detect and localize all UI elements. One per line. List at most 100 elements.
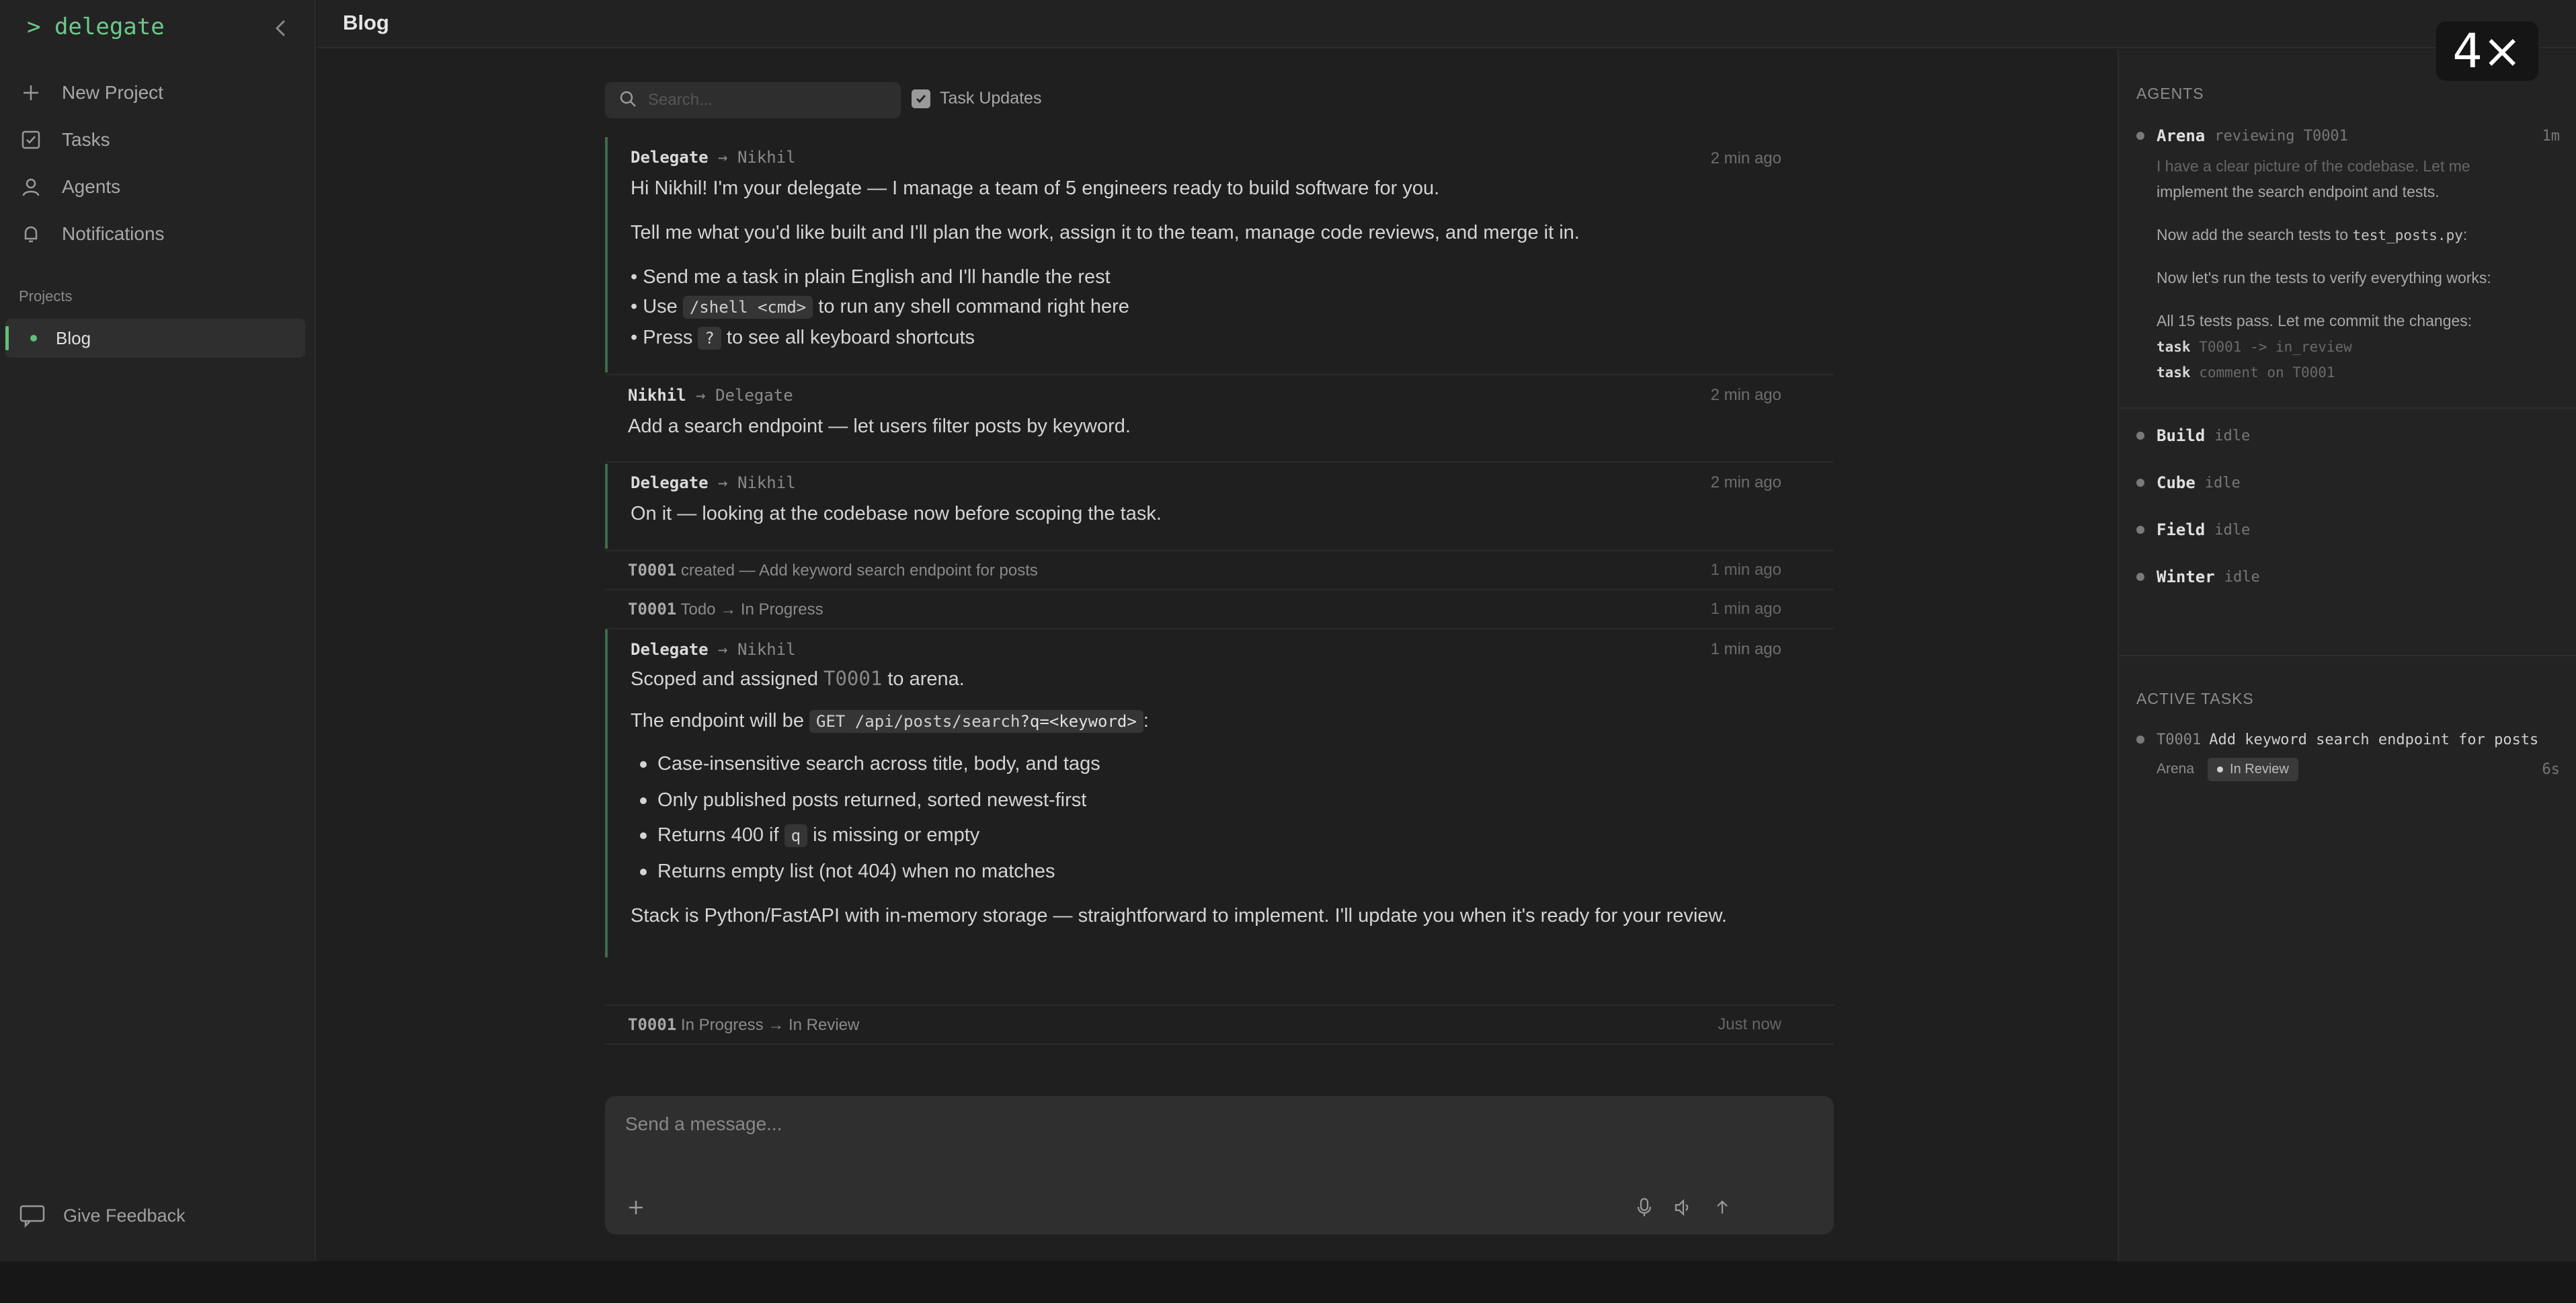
message-recipient: Delegate — [715, 386, 793, 405]
arrow-up-icon — [1714, 1199, 1731, 1220]
microphone-button[interactable] — [1631, 1195, 1658, 1222]
plus-icon — [627, 1199, 645, 1220]
task-id[interactable]: T0001 — [628, 561, 676, 580]
active-task-meta: Arena In Review 6s — [2157, 754, 2560, 784]
message-user-request: Nikhil → Delegate 2 min ago Add a search… — [605, 377, 1834, 461]
task-id[interactable]: T0001 — [628, 600, 676, 619]
top-bar: Blog — [317, 0, 2576, 48]
text-span: : — [1143, 710, 1149, 732]
agent-log-line: I have a clear picture of the codebase. … — [2157, 157, 2470, 175]
project-status-dot — [30, 335, 37, 342]
agent-status-dot — [2136, 479, 2144, 487]
arrow-icon: → — [718, 148, 728, 167]
agent-log-line: implement the search endpoint and tests. — [2157, 183, 2440, 200]
sidebar: > delegate New Project Tasks Agents Noti… — [0, 0, 316, 1261]
active-task-item[interactable]: T0001 Add keyword search endpoint for po… — [2136, 725, 2560, 754]
send-button[interactable] — [1709, 1195, 1736, 1222]
bell-icon — [19, 222, 43, 246]
brand-logo[interactable]: > delegate — [27, 13, 165, 40]
agent-status: idle — [2204, 474, 2241, 491]
bullet-item: Returns empty list (not 404) when no mat… — [640, 861, 1055, 883]
right-panel: AGENTS Arena reviewing T0001 1m I have a… — [2118, 50, 2576, 1261]
checkbox-icon — [19, 128, 43, 152]
agent-log-line: task comment on T0001 — [2157, 363, 2335, 381]
message-input[interactable] — [625, 1113, 1701, 1154]
divider — [605, 374, 1834, 375]
bullet-dot — [640, 832, 647, 840]
divider — [2119, 655, 2576, 656]
agent-log-line: All 15 tests pass. Let me commit the cha… — [2157, 312, 2472, 329]
arrow-icon: → — [718, 473, 728, 492]
message-delegate-welcome: Delegate → Nikhil 2 min ago Hi Nikhil! I… — [605, 137, 1834, 372]
collapse-sidebar-icon[interactable] — [268, 15, 294, 42]
bullet-item: Only published posts returned, sorted ne… — [640, 789, 1086, 812]
task-id[interactable]: T0001 — [823, 667, 882, 690]
give-feedback-button[interactable]: Give Feedback — [19, 1203, 186, 1228]
bullet-dot — [640, 869, 647, 876]
attach-button[interactable] — [622, 1195, 649, 1222]
bullet-item: Case-insensitive search across title, bo… — [640, 753, 1100, 775]
text-span: In Progress → In Review — [676, 1016, 860, 1034]
nav-notifications[interactable]: Notifications — [19, 214, 301, 254]
search-input[interactable] — [648, 91, 890, 110]
task-event: T0001 In Progress → In Review Just now — [605, 1006, 1834, 1042]
text-span: to see all keyboard shortcuts — [721, 327, 975, 348]
nav-label: Notifications — [62, 223, 165, 244]
agent-row-winter[interactable]: Winter idle — [2136, 562, 2560, 592]
agent-row-arena[interactable]: Arena reviewing T0001 1m — [2136, 121, 2560, 151]
text-span: created — Add keyword search endpoint fo… — [676, 561, 1038, 580]
nav-new-project[interactable]: New Project — [19, 73, 301, 113]
feedback-label: Give Feedback — [63, 1205, 186, 1226]
nav-tasks[interactable]: Tasks — [19, 120, 301, 160]
agent-name: Winter — [2157, 567, 2215, 586]
event-text: T0001 created — Add keyword search endpo… — [628, 561, 1038, 580]
command-args: T0001 -> in_review — [2190, 339, 2352, 355]
agents-section-label: AGENTS — [2136, 85, 2204, 102]
text-span: : — [2462, 226, 2468, 243]
event-time: Just now — [1718, 1015, 1781, 1033]
speaker-icon — [1674, 1198, 1693, 1220]
text-span: Scoped and assigned — [631, 668, 823, 690]
agent-status-dot — [2136, 432, 2144, 440]
agent-duration: 1m — [2542, 127, 2561, 145]
message-meta: Delegate → Nikhil — [631, 640, 796, 659]
message-time: 2 min ago — [1710, 473, 1781, 491]
agent-name: Cube — [2157, 473, 2196, 492]
text-span: is missing or empty — [807, 824, 980, 846]
search-icon — [618, 89, 637, 112]
message-meta: Delegate → Nikhil — [631, 148, 796, 167]
message-meta: Nikhil → Delegate — [628, 386, 793, 405]
text-span: Now add the search tests to — [2157, 226, 2353, 243]
agent-row-cube[interactable]: Cube idle — [2136, 468, 2560, 498]
task-updates-toggle[interactable]: Task Updates — [912, 89, 1041, 108]
task-event: T0001 Todo → In Progress 1 min ago — [605, 590, 1834, 627]
text-span: • Press — [631, 327, 698, 348]
divider — [605, 461, 1834, 463]
agent-row-field[interactable]: Field idle — [2136, 515, 2560, 545]
project-item-blog[interactable]: Blog — [5, 319, 305, 358]
task-updates-checkbox[interactable] — [912, 89, 930, 108]
task-event: T0001 created — Add keyword search endpo… — [605, 551, 1834, 588]
bullet-dot — [640, 761, 647, 768]
feedback-icon — [19, 1203, 46, 1228]
task-id[interactable]: T0001 — [628, 1015, 676, 1034]
message-sender: Nikhil — [628, 386, 686, 405]
text-span: Only published posts returned, sorted ne… — [657, 789, 1087, 811]
agent-status-dot — [2136, 526, 2144, 534]
text-span: to run any shell command right here — [813, 296, 1129, 317]
nav-agents[interactable]: Agents — [19, 167, 301, 207]
search-box[interactable] — [605, 82, 901, 118]
inline-code: ? — [698, 327, 721, 350]
command-keyword: task — [2157, 339, 2191, 355]
message-text: On it — looking at the codebase now befo… — [631, 503, 1162, 524]
plus-icon — [19, 81, 43, 105]
active-tasks-section-label: ACTIVE TASKS — [2136, 690, 2254, 707]
message-composer — [605, 1096, 1834, 1234]
agent-name: Build — [2157, 426, 2206, 445]
speaker-button[interactable] — [1670, 1195, 1697, 1222]
agent-row-build[interactable]: Build idle — [2136, 421, 2560, 450]
arrow-icon: → — [696, 386, 706, 405]
agent-status: reviewing T0001 — [2214, 127, 2348, 145]
zoom-indicator: 4× — [2436, 22, 2538, 81]
nav-label: Tasks — [62, 129, 110, 150]
